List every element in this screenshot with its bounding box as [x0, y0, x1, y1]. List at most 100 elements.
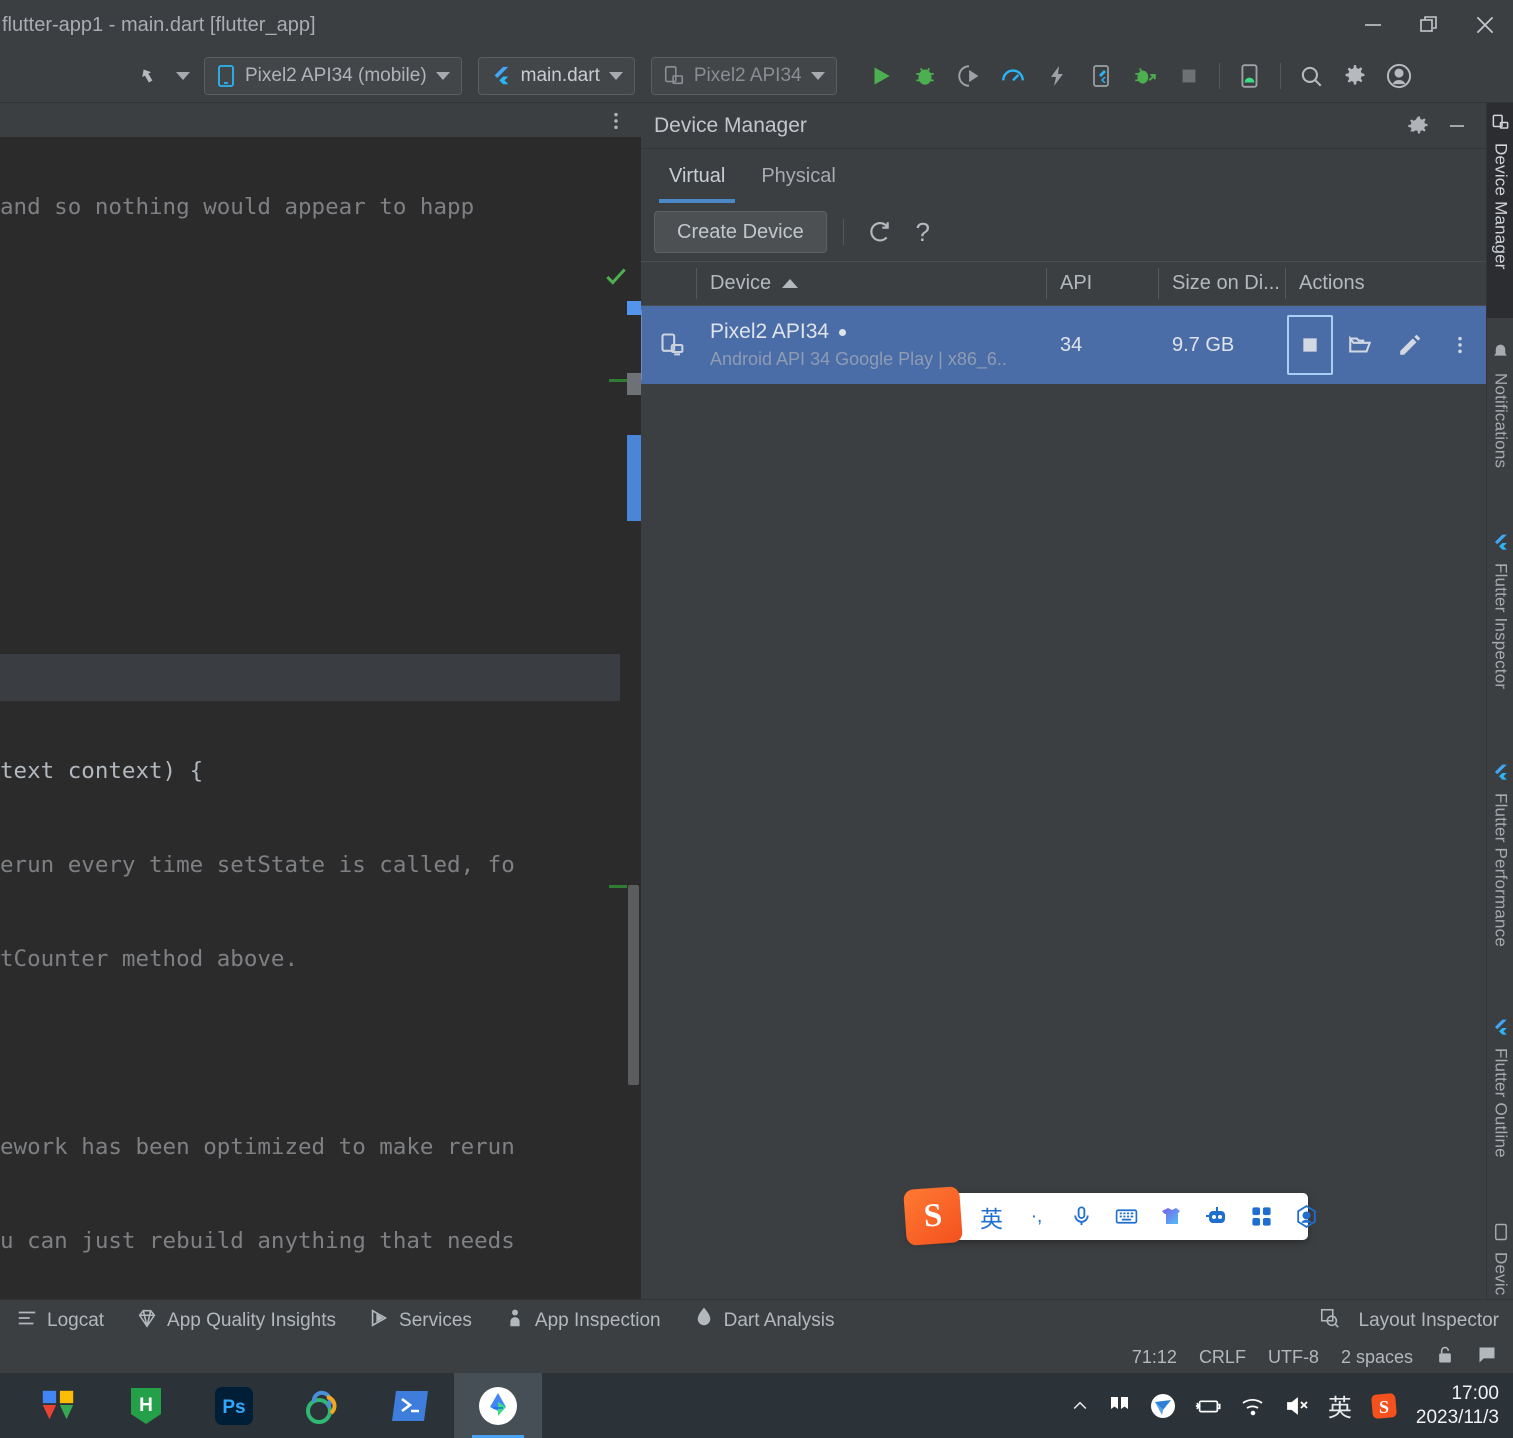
inspection-ok-icon[interactable]: [603, 263, 629, 294]
run-coverage-icon[interactable]: [947, 56, 991, 96]
wifi-icon[interactable]: [1240, 1395, 1266, 1417]
robot-icon[interactable]: [1195, 1195, 1238, 1238]
settings-icon[interactable]: [1285, 1195, 1328, 1238]
sogou-ime-toolbar[interactable]: S 英 ·,: [903, 1186, 1316, 1246]
tray-app-icon[interactable]: [1108, 1394, 1132, 1418]
sidebar-item-flutter-performance[interactable]: Flutter Performance: [1487, 753, 1513, 993]
search-icon[interactable]: [1289, 56, 1333, 96]
svg-text:H: H: [139, 1395, 153, 1416]
account-icon[interactable]: [1377, 56, 1421, 96]
device-subtitle: Android API 34 Google Play | x86_6..: [710, 349, 1007, 369]
file-encoding[interactable]: UTF-8: [1268, 1347, 1319, 1368]
th-api[interactable]: API: [1046, 261, 1158, 306]
editor-header-bar: [0, 103, 641, 137]
bottom-tab-dart-analysis[interactable]: Dart Analysis: [677, 1300, 851, 1342]
gear-icon[interactable]: [1402, 109, 1436, 143]
unlock-icon[interactable]: [1435, 1345, 1455, 1370]
settings-icon[interactable]: [1333, 56, 1377, 96]
refresh-icon[interactable]: [860, 213, 898, 251]
battery-icon[interactable]: [1194, 1395, 1222, 1417]
taskbar-apps: H Ps: [0, 1373, 542, 1438]
folder-icon[interactable]: [1335, 306, 1385, 384]
bottom-tab-layout-inspector[interactable]: Layout Inspector: [1303, 1300, 1513, 1342]
help-icon[interactable]: ?: [904, 213, 942, 251]
device-name: Pixel2 API34: [710, 320, 847, 344]
close-icon[interactable]: [1457, 0, 1513, 50]
bottom-tab-app-inspection[interactable]: App Inspection: [488, 1300, 677, 1342]
edit-icon[interactable]: [1385, 306, 1435, 384]
windows-start-icon[interactable]: [14, 1373, 102, 1438]
scrollbar-marker-gray: [627, 373, 641, 395]
sidebar-item-label: Device Manager: [1491, 143, 1511, 270]
microphone-icon[interactable]: [1060, 1195, 1103, 1238]
flutter-device-icon[interactable]: [1079, 56, 1123, 96]
android-studio-icon[interactable]: [454, 1373, 542, 1438]
browser-icon[interactable]: [1150, 1393, 1176, 1419]
th-size-on-disk[interactable]: Size on Di...: [1158, 261, 1285, 306]
tab-physical[interactable]: Physical: [743, 149, 853, 203]
sidebar-item-flutter-outline[interactable]: Flutter Outline: [1487, 1008, 1513, 1198]
sidebar-item-device-manager[interactable]: Device Manager: [1487, 103, 1513, 318]
toolbar-separator: [842, 219, 844, 245]
caret-position[interactable]: 71:12: [1132, 1347, 1177, 1368]
hbuilder-icon[interactable]: H: [102, 1373, 190, 1438]
run-icon[interactable]: [859, 56, 903, 96]
minimize-icon[interactable]: [1440, 109, 1474, 143]
bottom-tab-label: Dart Analysis: [723, 1309, 835, 1331]
target-device-combo[interactable]: Pixel2 API34: [650, 57, 837, 95]
create-device-button[interactable]: Create Device: [654, 211, 827, 253]
device-manager-panel: Device Manager Virtual Physical Create D…: [641, 103, 1486, 1314]
restore-icon[interactable]: [1401, 0, 1457, 50]
profile-icon[interactable]: [991, 56, 1035, 96]
debug-icon[interactable]: [903, 56, 947, 96]
device-selector-combo[interactable]: Pixel2 API34 (mobile): [204, 57, 462, 95]
table-row[interactable]: Pixel2 API34 Android API 34 Google Play …: [641, 306, 1486, 384]
sogou-icon[interactable]: S: [903, 1186, 963, 1246]
attach-debugger-icon[interactable]: [1123, 56, 1167, 96]
ime-items: 英 ·,: [908, 1195, 1328, 1238]
navicat-icon[interactable]: [278, 1373, 366, 1438]
toolbox-icon[interactable]: [1240, 1195, 1283, 1238]
android-device-icon[interactable]: [1228, 56, 1272, 96]
editor-scrollbar[interactable]: [627, 137, 641, 1299]
sogou-icon[interactable]: S: [1370, 1392, 1398, 1420]
keyboard-icon[interactable]: [1105, 1195, 1148, 1238]
punctuation-mode-icon[interactable]: ·,: [1015, 1195, 1058, 1238]
code-editor[interactable]: and so nothing would appear to happ text…: [0, 103, 641, 1299]
show-hidden-icons-chevron[interactable]: [1070, 1396, 1090, 1416]
tab-virtual[interactable]: Virtual: [651, 149, 743, 203]
toolbar-history-caret[interactable]: [172, 72, 194, 80]
editor-scrollbar-thumb[interactable]: [628, 885, 639, 1085]
hot-reload-icon[interactable]: [1035, 56, 1079, 96]
event-log-icon[interactable]: [1477, 1345, 1497, 1370]
ime-english-icon[interactable]: 英: [1328, 1388, 1352, 1423]
bottom-tab-label: App Quality Insights: [167, 1309, 337, 1331]
flutter-icon: [1491, 1018, 1510, 1042]
volume-muted-icon[interactable]: [1284, 1395, 1310, 1417]
run-config-combo[interactable]: main.dart: [477, 57, 635, 95]
skin-icon[interactable]: [1150, 1195, 1193, 1238]
sidebar-item-device[interactable]: Devic: [1487, 1213, 1513, 1303]
overflow-menu-icon[interactable]: [1435, 306, 1485, 384]
sidebar-item-notifications[interactable]: Notifications: [1487, 333, 1513, 508]
minimize-icon[interactable]: [1345, 0, 1401, 50]
more-options-icon[interactable]: [605, 108, 627, 139]
stop-icon[interactable]: [1285, 306, 1335, 384]
indent-setting[interactable]: 2 spaces: [1341, 1347, 1413, 1368]
code-text[interactable]: and so nothing would appear to happ text…: [0, 137, 620, 1299]
th-device[interactable]: Device: [696, 261, 1046, 306]
bottom-tab-services[interactable]: Services: [352, 1300, 488, 1342]
input-mode-english[interactable]: 英: [970, 1195, 1013, 1238]
photoshop-icon[interactable]: Ps: [190, 1373, 278, 1438]
stop-icon[interactable]: [1167, 56, 1211, 96]
bottom-tab-logcat[interactable]: Logcat: [0, 1300, 120, 1342]
sidebar-item-flutter-inspector[interactable]: Flutter Inspector: [1487, 523, 1513, 733]
line-separator[interactable]: CRLF: [1199, 1347, 1246, 1368]
taskbar-clock[interactable]: 17:00 2023/11/3: [1416, 1382, 1499, 1430]
navigate-back-icon[interactable]: [128, 56, 172, 96]
powershell-icon[interactable]: [366, 1373, 454, 1438]
bottom-tab-app-quality-insights[interactable]: App Quality Insights: [120, 1300, 352, 1342]
